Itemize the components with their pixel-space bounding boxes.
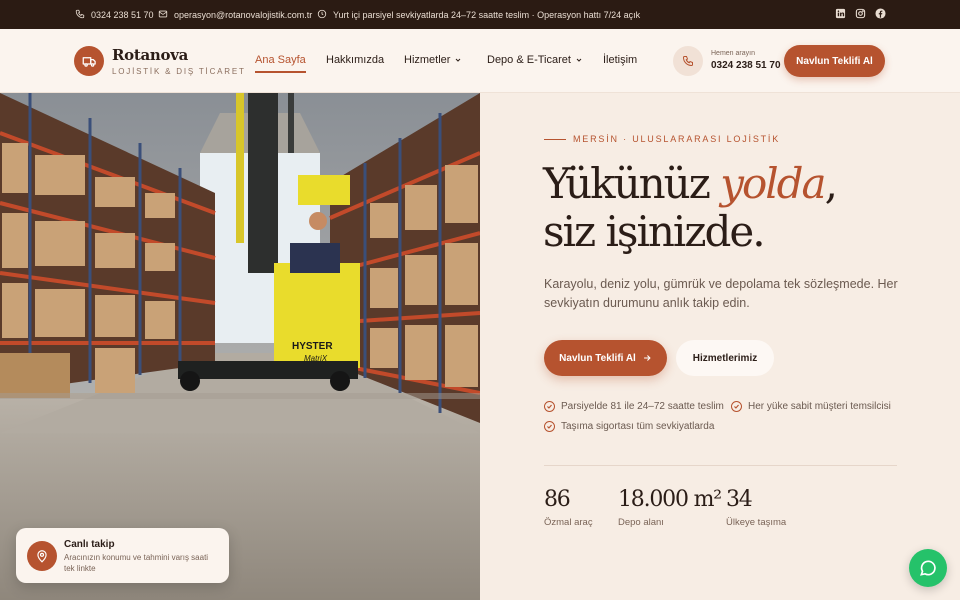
stat-value: 18.000 m² xyxy=(618,487,722,512)
hero-quote-button[interactable]: Navlun Teklifi Al xyxy=(544,340,667,376)
stat-countries: 34 Ülkeye taşıma xyxy=(726,487,786,528)
mail-icon xyxy=(158,9,168,21)
linkedin-icon[interactable] xyxy=(835,8,846,19)
chat-bubble-icon xyxy=(920,560,936,576)
stat-warehouse: 18.000 m² Depo alanı xyxy=(618,487,722,528)
feature-text: Parsiyelde 81 ile 24–72 saatte teslim xyxy=(561,401,724,412)
svg-text:MatriX: MatriX xyxy=(304,354,328,363)
topbar-phone-text: 0324 238 51 70 xyxy=(91,9,154,20)
arrow-right-icon xyxy=(643,355,651,361)
live-tracking-card[interactable]: Canlı takip Aracınızın konumu ve tahmini… xyxy=(16,528,229,583)
nav-warehouse[interactable]: Depo & E-Ticaret xyxy=(487,54,583,66)
feature-item: Taşıma sigortası tüm sevkiyatlarda xyxy=(544,421,714,432)
top-bar: 0324 238 51 70 operasyon@rotanovalojisti… xyxy=(0,0,960,29)
stat-label: Özmal araç xyxy=(544,517,593,528)
call-label: Hemen arayın xyxy=(711,50,755,57)
topbar-phone[interactable]: 0324 238 51 70 xyxy=(75,0,154,29)
headline-accent: yolda xyxy=(720,159,826,208)
facebook-icon[interactable] xyxy=(875,8,886,19)
stat-value: 34 xyxy=(726,487,753,512)
nav-contact[interactable]: İletişim xyxy=(603,54,637,66)
stat-fleet: 86 Özmal araç xyxy=(544,487,593,528)
call-icon[interactable] xyxy=(673,46,703,76)
tracking-title: Canlı takip xyxy=(64,539,115,550)
check-circle-icon xyxy=(544,421,555,432)
nav-home-label: Ana Sayfa xyxy=(255,54,306,66)
eyebrow-divider xyxy=(544,139,566,140)
nav-services-label: Hizmetler xyxy=(404,54,451,66)
feature-item: Parsiyelde 81 ile 24–72 saatte teslim xyxy=(544,401,724,412)
topbar-notice: Yurt içi parsiyel sevkiyatlarda 24–72 sa… xyxy=(317,0,640,29)
hero-quote-label: Navlun Teklifi Al xyxy=(559,352,636,364)
social-links xyxy=(835,8,886,19)
phone-icon xyxy=(75,9,85,21)
call-number[interactable]: 0324 238 51 70 xyxy=(711,60,781,71)
chevron-down-icon xyxy=(456,58,461,62)
hero-eyebrow: MERSİN · ULUSLARARASI LOJİSTİK xyxy=(573,134,781,144)
nav-about-label: Hakkımızda xyxy=(326,54,385,66)
nav-home[interactable]: Ana Sayfa xyxy=(255,54,306,73)
check-circle-icon xyxy=(544,401,555,412)
services-button[interactable]: Hizmetlerimiz xyxy=(676,340,774,376)
check-circle-icon xyxy=(731,401,742,412)
nav-warehouse-label: Depo & E-Ticaret xyxy=(487,54,571,66)
truck-logo-icon[interactable] xyxy=(74,46,104,76)
headline-line2: siz işinizde. xyxy=(543,207,766,256)
header-quote-button[interactable]: Navlun Teklifi Al xyxy=(784,45,885,77)
topbar-notice-text: Yurt içi parsiyel sevkiyatlarda 24–72 sa… xyxy=(333,9,641,20)
svg-text:HYSTER: HYSTER xyxy=(292,341,333,352)
tracking-description: Aracınızın konumu ve tahmini varış saati… xyxy=(64,553,209,573)
chevron-down-icon xyxy=(576,58,582,62)
stat-label: Depo alanı xyxy=(618,517,664,528)
warehouse-hero-image: HYSTER MatriX xyxy=(0,93,480,600)
headline-comma: , xyxy=(824,159,838,208)
brand-name[interactable]: Rotanova xyxy=(112,46,188,64)
stat-label: Ülkeye taşıma xyxy=(726,517,787,528)
instagram-icon[interactable] xyxy=(855,8,866,19)
topbar-email-text: operasyon@rotanovalojistik.com.tr xyxy=(174,9,313,20)
topbar-email[interactable]: operasyon@rotanovalojistik.com.tr xyxy=(158,0,312,29)
headline-part1: Yükünüz xyxy=(543,159,711,208)
hero-headline: Yükünüz yolda, siz işinizde. xyxy=(543,159,838,256)
nav-about[interactable]: Hakkımızda xyxy=(326,54,384,66)
nav-services[interactable]: Hizmetler xyxy=(404,54,462,66)
whatsapp-chat-button[interactable] xyxy=(909,549,947,587)
nav-contact-label: İletişim xyxy=(603,54,638,66)
site-header: Rotanova LOJİSTİK & DIŞ TİCARET Ana Sayf… xyxy=(0,29,960,93)
stat-value: 86 xyxy=(544,487,571,512)
stats-divider xyxy=(544,465,897,466)
feature-text: Taşıma sigortası tüm sevkiyatlarda xyxy=(561,421,715,432)
feature-text: Her yüke sabit müşteri temsilcisi xyxy=(748,401,891,412)
feature-item: Her yüke sabit müşteri temsilcisi xyxy=(731,401,891,412)
location-pin-icon xyxy=(27,541,57,571)
hero-lead: Karayolu, deniz yolu, gümrük ve depolama… xyxy=(544,277,898,310)
clock-icon xyxy=(317,9,327,21)
brand-tagline: LOJİSTİK & DIŞ TİCARET xyxy=(112,67,246,76)
